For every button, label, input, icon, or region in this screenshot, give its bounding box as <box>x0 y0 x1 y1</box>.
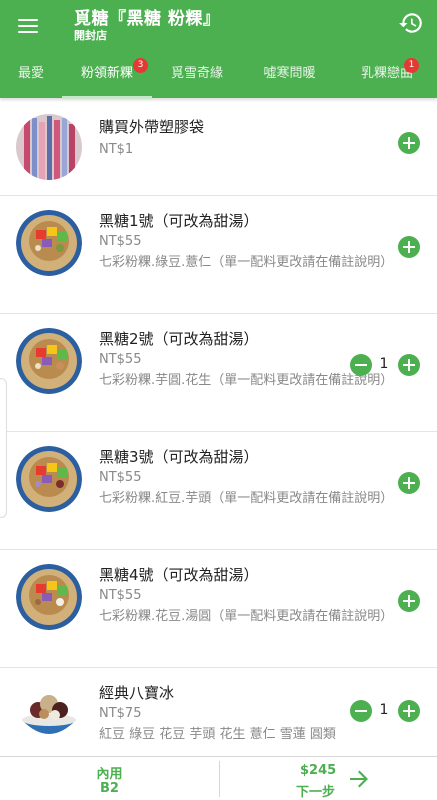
side-drawer-handle[interactable] <box>0 378 7 518</box>
add-button[interactable] <box>398 132 420 154</box>
bottom-bar: 內用 B2 $245 下一步 <box>0 756 437 800</box>
item-name: 購買外帶塑膠袋 <box>99 118 205 136</box>
add-button[interactable] <box>398 236 420 258</box>
item-price: NT$1 <box>99 142 134 157</box>
history-icon[interactable] <box>398 10 424 36</box>
dessert-image <box>16 210 82 276</box>
item-description: 七彩粉粿.綠豆.薏仁（單一配料更改請在備註說明） <box>99 255 394 270</box>
dine-in-button[interactable]: 內用 B2 <box>0 757 219 800</box>
product-list: 購買外帶塑膠袋 NT$1 黑糖1號（可改為甜湯） NT$55 七彩粉粿.綠豆.薏… <box>0 98 437 756</box>
item-quantity: 1 <box>379 702 389 718</box>
dessert-image <box>16 446 82 512</box>
shaved-ice-image <box>16 682 82 748</box>
item-quantity: 1 <box>379 356 389 372</box>
add-button[interactable] <box>398 472 420 494</box>
item-price: NT$55 <box>99 470 142 485</box>
item-name: 黑糖2號（可改為甜湯） <box>99 330 259 348</box>
list-item[interactable]: 黑糖3號（可改為甜湯） NT$55 七彩粉粿.紅豆.芋頭（單一配料更改請在備註說… <box>0 432 437 550</box>
list-item[interactable]: 購買外帶塑膠袋 NT$1 <box>0 98 437 196</box>
next-step-button[interactable]: $245 下一步 <box>220 757 437 800</box>
item-name: 黑糖1號（可改為甜湯） <box>99 212 259 230</box>
menu-icon[interactable] <box>14 12 44 40</box>
arrow-right-icon <box>350 770 368 788</box>
dessert-image <box>16 328 82 394</box>
remove-button[interactable] <box>350 354 372 376</box>
dessert-image <box>16 564 82 630</box>
item-description: 七彩粉粿.紅豆.芋頭（單一配料更改請在備註說明） <box>99 491 394 506</box>
add-button[interactable] <box>398 590 420 612</box>
bag-image <box>16 114 82 180</box>
next-step-label: 下一步 <box>296 785 336 800</box>
tab-milk[interactable]: 乳粿戀曲 <box>337 52 437 98</box>
item-name: 黑糖4號（可改為甜湯） <box>99 566 259 584</box>
tab-warm[interactable]: 噓寒問暖 <box>242 52 337 98</box>
tab-badge: 1 <box>404 58 419 73</box>
page-title: 覓糖『黑糖 粉粿』 <box>74 9 221 29</box>
list-item[interactable]: 黑糖2號（可改為甜湯） NT$55 七彩粉粿.芋圓.花生（單一配料更改請在備註說… <box>0 314 437 432</box>
category-tabs: 最愛 粉領新粿 3 覓雪奇緣 噓寒問暖 乳粿戀曲 1 <box>0 52 437 99</box>
store-name: 開封店 <box>74 29 107 42</box>
item-description: 七彩粉粿.花豆.湯圓（單一配料更改請在備註說明） <box>99 609 394 624</box>
list-item[interactable]: 黑糖1號（可改為甜湯） NT$55 七彩粉粿.綠豆.薏仁（單一配料更改請在備註說… <box>0 196 437 314</box>
item-name: 經典八寶冰 <box>99 684 175 702</box>
dine-in-label: 內用 <box>96 767 123 782</box>
table-number: B2 <box>100 781 119 796</box>
item-price: NT$55 <box>99 352 142 367</box>
tab-badge: 3 <box>133 58 148 73</box>
order-total: $245 <box>300 763 337 778</box>
tab-snow[interactable]: 覓雪奇緣 <box>152 52 242 98</box>
item-price: NT$55 <box>99 588 142 603</box>
item-price: NT$55 <box>99 234 142 249</box>
list-item[interactable]: 經典八寶冰 NT$75 紅豆 綠豆 花豆 芋頭 花生 薏仁 雪蓮 圓類 1 <box>0 668 437 756</box>
item-price: NT$75 <box>99 706 142 721</box>
tab-favorites[interactable]: 最愛 <box>0 52 62 98</box>
remove-button[interactable] <box>350 700 372 722</box>
add-button[interactable] <box>398 700 420 722</box>
app-bar: 覓糖『黑糖 粉粿』 開封店 <box>0 0 437 52</box>
add-button[interactable] <box>398 354 420 376</box>
list-item[interactable]: 黑糖4號（可改為甜湯） NT$55 七彩粉粿.花豆.湯圓（單一配料更改請在備註說… <box>0 550 437 668</box>
item-description: 紅豆 綠豆 花豆 芋頭 花生 薏仁 雪蓮 圓類 <box>99 727 336 742</box>
item-name: 黑糖3號（可改為甜湯） <box>99 448 259 466</box>
